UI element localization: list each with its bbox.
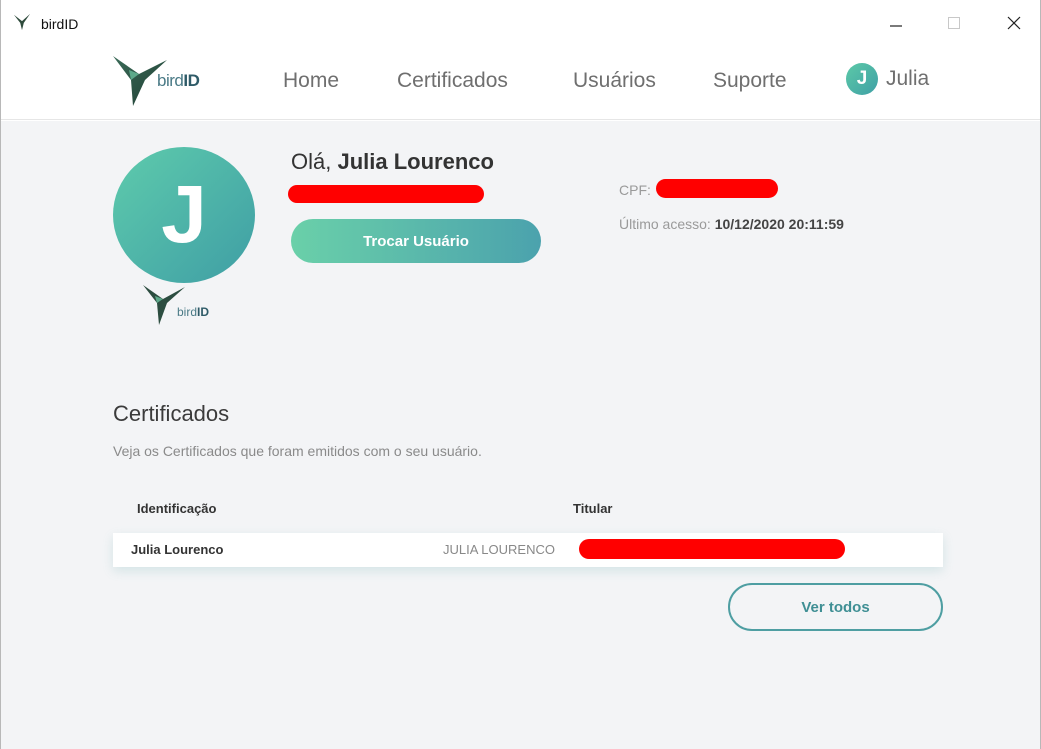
profile-avatar: J xyxy=(113,147,255,283)
maximize-icon xyxy=(948,17,960,29)
see-all-button[interactable]: Ver todos xyxy=(728,583,943,631)
birdid-small-logo xyxy=(143,285,185,325)
title-bar: birdID xyxy=(1,0,1040,44)
small-logo-text: birdID xyxy=(177,305,210,319)
app-window: birdID birdID Home Certificados Usuários… xyxy=(0,0,1041,749)
minimize-button[interactable] xyxy=(881,8,911,38)
bird-logo-icon xyxy=(13,13,31,31)
nav-home[interactable]: Home xyxy=(283,69,339,93)
user-name: Julia xyxy=(886,67,930,90)
greeting: Olá, Julia Lourenco xyxy=(291,149,494,175)
avatar: J xyxy=(846,63,878,95)
certificates-title: Certificados xyxy=(113,401,230,426)
logo-text: birdID xyxy=(157,71,200,90)
nav-certificados[interactable]: Certificados xyxy=(397,69,508,93)
column-header-identificacao: Identificação xyxy=(137,501,217,516)
minimize-icon xyxy=(890,25,902,27)
nav-usuarios[interactable]: Usuários xyxy=(573,69,656,93)
certificates-subtitle: Veja os Certificados que foram emitidos … xyxy=(113,443,482,459)
cell-identificacao: Julia Lourenco xyxy=(131,542,224,557)
nav-suporte[interactable]: Suporte xyxy=(713,69,787,93)
column-header-titular: Titular xyxy=(573,501,613,516)
redacted-titular-detail xyxy=(579,539,845,559)
redacted-cpf xyxy=(656,179,778,198)
main-content: J birdID Olá, Julia Lourenco Trocar Usuá… xyxy=(1,121,1040,749)
greeting-prefix: Olá, xyxy=(291,149,338,174)
switch-user-button[interactable]: Trocar Usuário xyxy=(291,219,541,263)
window-title: birdID xyxy=(41,16,79,32)
user-full-name: Julia Lourenco xyxy=(337,149,494,174)
last-access-value: 10/12/2020 20:11:59 xyxy=(714,216,844,232)
close-icon xyxy=(1007,16,1021,30)
cpf-label: CPF: xyxy=(619,182,651,198)
top-navigation: birdID Home Certificados Usuários Suport… xyxy=(1,44,1040,120)
close-button[interactable] xyxy=(999,8,1029,38)
redacted-email xyxy=(288,185,484,203)
cell-titular: JULIA LOURENCO xyxy=(443,542,555,557)
user-menu[interactable]: J Julia xyxy=(846,63,929,95)
last-access-label: Último acesso: xyxy=(619,216,715,232)
maximize-button[interactable] xyxy=(939,8,969,38)
last-access: Último acesso: 10/12/2020 20:11:59 xyxy=(619,216,844,232)
